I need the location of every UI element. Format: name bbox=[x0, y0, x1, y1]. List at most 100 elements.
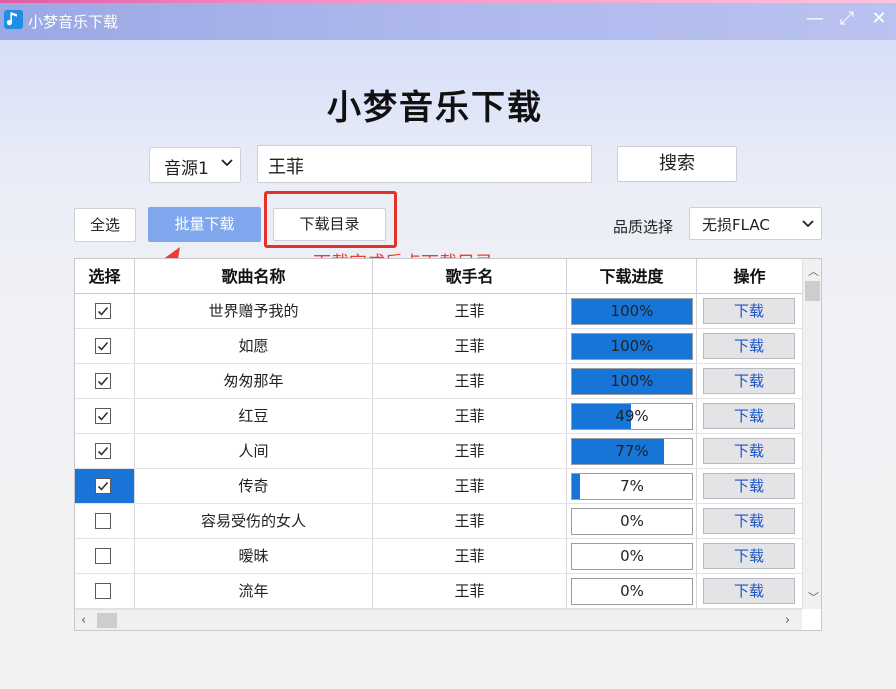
progress-cell: 100% bbox=[567, 329, 697, 363]
source-select[interactable]: 音源1 bbox=[149, 147, 241, 183]
download-button[interactable]: 下载 bbox=[703, 578, 795, 604]
row-checkbox[interactable] bbox=[95, 548, 111, 564]
music-note-icon bbox=[4, 10, 23, 29]
download-button[interactable]: 下载 bbox=[703, 543, 795, 569]
horizontal-scrollbar[interactable]: ‹ › bbox=[75, 609, 802, 630]
artist-cell: 王菲 bbox=[373, 329, 567, 363]
search-input-value: 王菲 bbox=[268, 157, 304, 178]
row-checkbox[interactable] bbox=[95, 478, 111, 494]
row-checkbox[interactable] bbox=[95, 408, 111, 424]
maximize-button[interactable]: ⤢ bbox=[832, 6, 862, 32]
row-checkbox[interactable] bbox=[95, 338, 111, 354]
window-title: 小梦音乐下载 bbox=[28, 13, 119, 31]
table-row[interactable]: 红豆 王菲 49% 下载 bbox=[75, 399, 802, 434]
progress-bar: 0% bbox=[571, 578, 693, 605]
song-name-cell: 容易受伤的女人 bbox=[135, 504, 373, 538]
search-input[interactable]: 王菲 bbox=[257, 145, 592, 183]
select-cell[interactable] bbox=[75, 469, 135, 503]
table-row[interactable]: 世界赠予我的 王菲 100% 下载 bbox=[75, 294, 802, 329]
song-name-cell: 匆匆那年 bbox=[135, 364, 373, 398]
artist-cell: 王菲 bbox=[373, 574, 567, 608]
progress-label: 7% bbox=[620, 477, 644, 495]
artist-cell: 王菲 bbox=[373, 539, 567, 573]
select-cell[interactable] bbox=[75, 504, 135, 538]
action-cell: 下载 bbox=[697, 539, 802, 573]
check-icon bbox=[97, 481, 109, 491]
vertical-scrollbar[interactable]: ︿ ﹀ bbox=[802, 259, 821, 609]
row-checkbox[interactable] bbox=[95, 303, 111, 319]
song-name-cell: 世界赠予我的 bbox=[135, 294, 373, 328]
download-button[interactable]: 下载 bbox=[703, 298, 795, 324]
select-cell[interactable] bbox=[75, 364, 135, 398]
header-artist[interactable]: 歌手名 bbox=[373, 259, 567, 294]
song-name-cell: 红豆 bbox=[135, 399, 373, 433]
horizontal-scroll-thumb[interactable] bbox=[97, 613, 117, 628]
select-cell[interactable] bbox=[75, 399, 135, 433]
select-cell[interactable] bbox=[75, 294, 135, 328]
download-button[interactable]: 下载 bbox=[703, 508, 795, 534]
progress-cell: 0% bbox=[567, 539, 697, 573]
progress-bar: 0% bbox=[571, 508, 693, 535]
artist-cell: 王菲 bbox=[373, 504, 567, 538]
song-name-cell: 传奇 bbox=[135, 469, 373, 503]
progress-bar: 77% bbox=[571, 438, 693, 465]
table-row[interactable]: 传奇 王菲 7% 下载 bbox=[75, 469, 802, 504]
window-titlebar: 小梦音乐下载 — ⤢ ✕ bbox=[0, 0, 896, 40]
chevron-down-icon bbox=[802, 220, 814, 228]
progress-cell: 7% bbox=[567, 469, 697, 503]
row-checkbox[interactable] bbox=[95, 583, 111, 599]
select-cell[interactable] bbox=[75, 574, 135, 608]
header-action[interactable]: 操作 bbox=[697, 259, 802, 294]
download-button[interactable]: 下载 bbox=[703, 368, 795, 394]
progress-bar: 49% bbox=[571, 403, 693, 430]
download-button[interactable]: 下载 bbox=[703, 333, 795, 359]
action-cell: 下载 bbox=[697, 329, 802, 363]
progress-label: 49% bbox=[615, 407, 649, 425]
minimize-button[interactable]: — bbox=[800, 6, 830, 32]
download-button[interactable]: 下载 bbox=[703, 473, 795, 499]
row-checkbox[interactable] bbox=[95, 443, 111, 459]
action-cell: 下载 bbox=[697, 399, 802, 433]
table-row[interactable]: 如愿 王菲 100% 下载 bbox=[75, 329, 802, 364]
header-song-name[interactable]: 歌曲名称 bbox=[135, 259, 373, 294]
action-cell: 下载 bbox=[697, 469, 802, 503]
scroll-up-icon[interactable]: ︿ bbox=[808, 263, 819, 279]
table-row[interactable]: 人间 王菲 77% 下载 bbox=[75, 434, 802, 469]
download-button[interactable]: 下载 bbox=[703, 438, 795, 464]
row-checkbox[interactable] bbox=[95, 513, 111, 529]
progress-bar: 100% bbox=[571, 333, 693, 360]
check-icon bbox=[97, 411, 109, 421]
select-cell[interactable] bbox=[75, 434, 135, 468]
progress-cell: 100% bbox=[567, 294, 697, 328]
source-select-value: 音源1 bbox=[164, 159, 209, 179]
select-all-button[interactable]: 全选 bbox=[74, 208, 136, 242]
table-body: 世界赠予我的 王菲 100% 下载 如愿 王菲 100% 下载 匆匆那年 王菲 100% 下载 红豆 王菲… bbox=[75, 294, 802, 609]
quality-select[interactable]: 无损FLAC bbox=[689, 207, 822, 240]
action-cell: 下载 bbox=[697, 364, 802, 398]
vertical-scroll-thumb[interactable] bbox=[805, 281, 820, 301]
check-icon bbox=[97, 306, 109, 316]
song-name-cell: 人间 bbox=[135, 434, 373, 468]
batch-download-button[interactable]: 批量下载 bbox=[148, 207, 261, 242]
scroll-down-icon[interactable]: ﹀ bbox=[808, 589, 819, 605]
header-progress[interactable]: 下载进度 bbox=[567, 259, 697, 294]
scroll-right-icon[interactable]: › bbox=[785, 613, 790, 628]
progress-label: 100% bbox=[610, 302, 654, 320]
header-select[interactable]: 选择 bbox=[75, 259, 135, 294]
download-button[interactable]: 下载 bbox=[703, 403, 795, 429]
table-row[interactable]: 流年 王菲 0% 下载 bbox=[75, 574, 802, 609]
close-button[interactable]: ✕ bbox=[864, 6, 894, 32]
action-cell: 下载 bbox=[697, 434, 802, 468]
row-checkbox[interactable] bbox=[95, 373, 111, 389]
table-row[interactable]: 容易受伤的女人 王菲 0% 下载 bbox=[75, 504, 802, 539]
select-cell[interactable] bbox=[75, 329, 135, 363]
progress-bar: 100% bbox=[571, 368, 693, 395]
table-row[interactable]: 暧昧 王菲 0% 下载 bbox=[75, 539, 802, 574]
select-cell[interactable] bbox=[75, 539, 135, 573]
table-row[interactable]: 匆匆那年 王菲 100% 下载 bbox=[75, 364, 802, 399]
scroll-left-icon[interactable]: ‹ bbox=[81, 613, 86, 628]
artist-cell: 王菲 bbox=[373, 294, 567, 328]
progress-label: 0% bbox=[620, 512, 644, 530]
progress-cell: 49% bbox=[567, 399, 697, 433]
search-button[interactable]: 搜索 bbox=[617, 146, 737, 182]
